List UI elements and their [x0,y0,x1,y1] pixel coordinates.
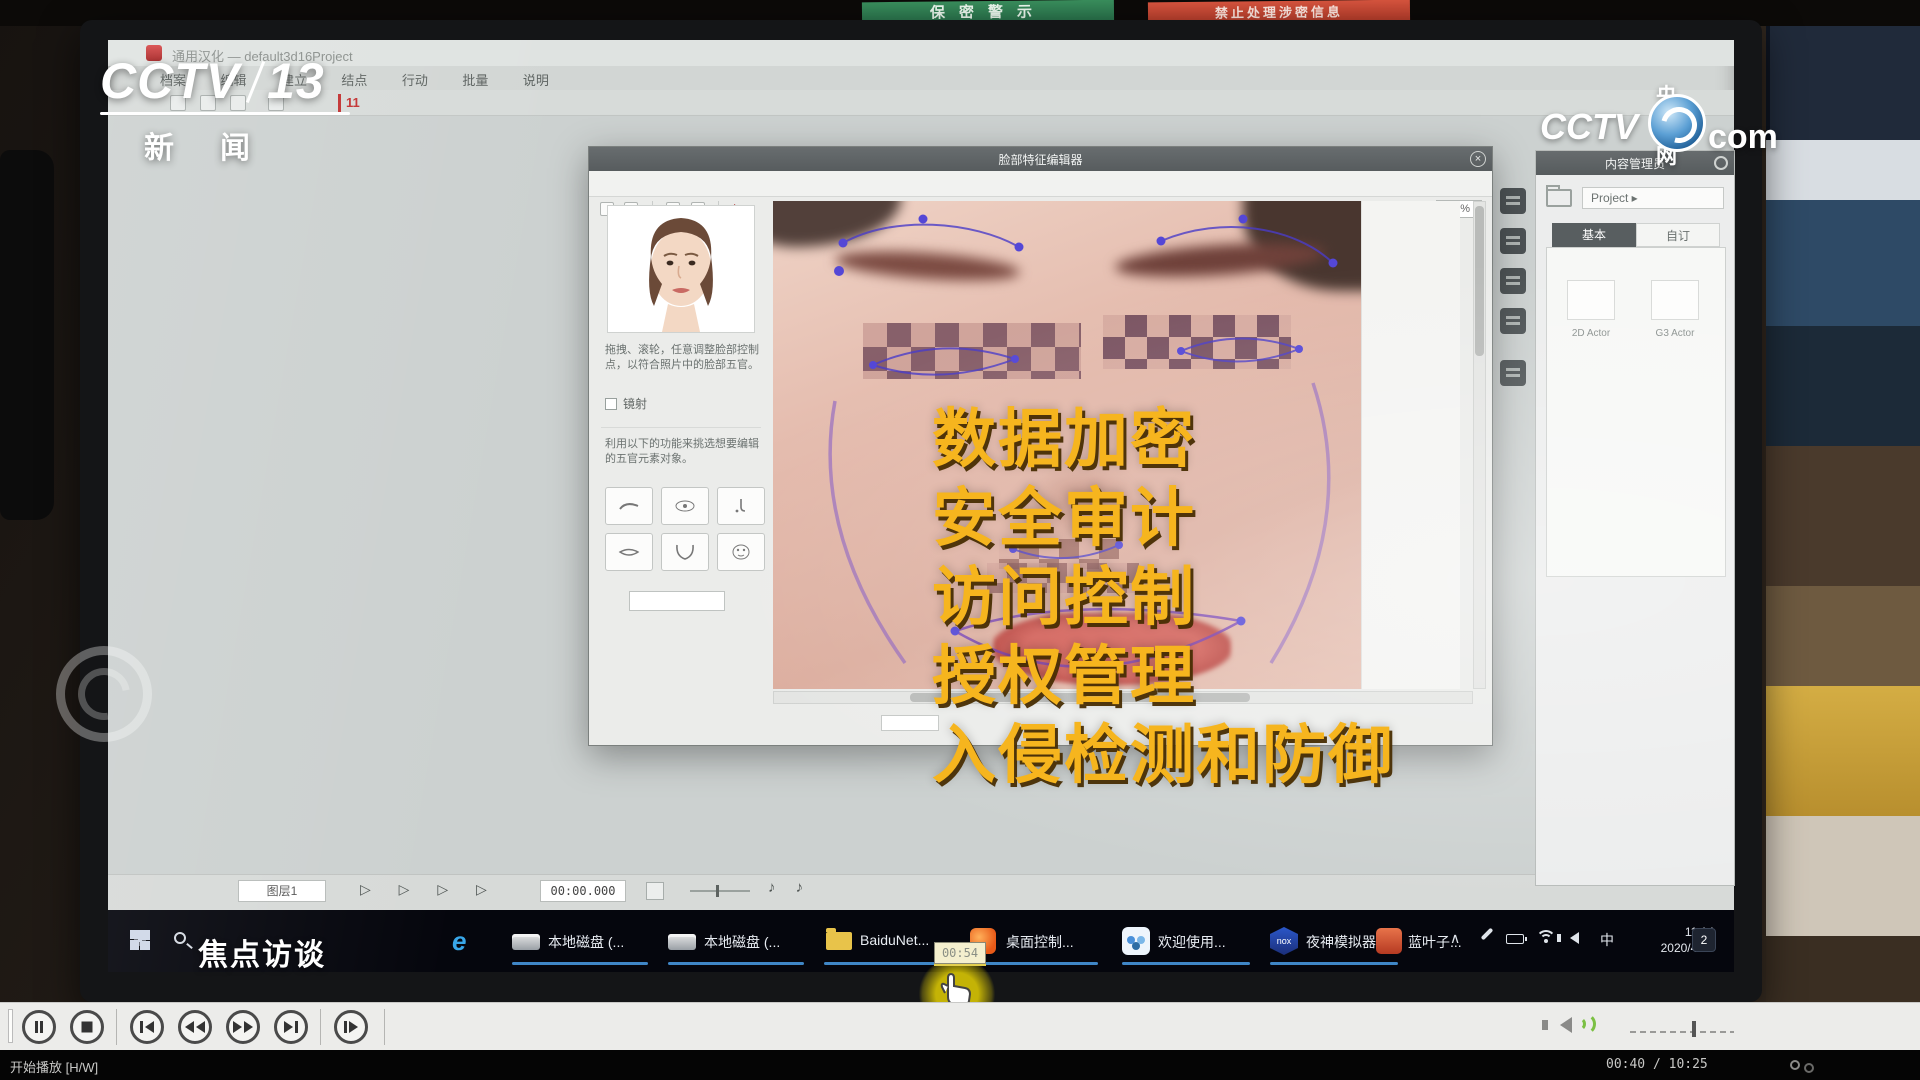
vertical-scrollbar[interactable] [1473,201,1486,689]
sidebar-instruction-1: 拖拽、滚轮，任意调整脸部控制点，以符合照片中的脸部五官。 [605,343,761,373]
volume-handle[interactable] [1692,1021,1696,1037]
transport-buttons[interactable]: ▷ ▷ ▷ ▷ [360,881,499,898]
mirror-checkbox-row[interactable]: 镜射 [605,395,647,412]
disk-icon [668,934,696,950]
layer-name-box[interactable]: 图层1 [238,880,326,902]
windows-taskbar: e 本地磁盘 (... 本地磁盘 (... BaiduNet... 桌面控制..… [108,910,1734,972]
actor-label: G3 Actor [1637,328,1713,339]
gear-icon[interactable] [1714,156,1728,170]
ime-indicator[interactable]: 中 [1600,930,1614,950]
menu-help[interactable]: 说明 [523,70,549,89]
side-tool-icon[interactable] [1500,360,1526,386]
app-menubar: 档案 编辑 建立 结点 行动 批量 说明 [108,66,1734,90]
disk-icon [512,934,540,950]
timeline-bar [108,874,1734,910]
bottle-silhouette [0,150,54,520]
timeline-icon[interactable] [646,882,664,900]
checkbox-icon[interactable] [605,398,617,410]
channel-logo-cctv13: CCTV13 新闻 [100,52,350,167]
repeat-icon [1790,1060,1800,1070]
feature-button-mouth[interactable] [605,533,653,571]
reference-portrait [607,205,755,333]
dialog-toolbar: 50% [589,171,1492,197]
lens-icon [1648,94,1706,152]
feature-button-contour[interactable] [661,533,709,571]
sidebar-input[interactable] [629,591,725,611]
tab-basic[interactable]: 基本 [1552,223,1636,247]
tray-chevron-icon[interactable]: ∧ [1450,930,1460,947]
timeline-zoom-slider[interactable] [690,890,750,892]
bookshelf [1766,26,1920,1080]
dialog-titlebar[interactable]: 脸部特征编辑器 × [589,147,1492,171]
previous-button[interactable] [130,1010,164,1044]
sidebar-instruction-2: 利用以下的功能来挑选想要编辑的五官元素对象。 [605,437,761,467]
overlay-line: 入侵检测和防御 [932,716,1394,795]
yellow-package [1766,686,1920,816]
volume-slider[interactable] [1630,1031,1734,1033]
side-tool-icon[interactable] [1500,188,1526,214]
taskbar-preview-tooltip: 00:54 [934,942,986,964]
side-tool-icon[interactable] [1500,308,1526,334]
close-icon[interactable]: × [1470,151,1486,167]
red-app-icon [1376,928,1402,954]
next-button[interactable] [274,1010,308,1044]
actor-thumbnail[interactable] [1651,280,1699,320]
content-manager-header[interactable]: 内容管理员 [1536,151,1734,175]
content-manager-panel: 内容管理员 Project ▸ 基本 自订 2D Actor G3 Actor [1535,150,1735,886]
actor-thumbnail[interactable] [1567,280,1615,320]
player-status-bar: 开始播放 [H/W] 00:40 / 10:25 [0,1050,1920,1080]
breadcrumb[interactable]: Project ▸ [1582,187,1724,209]
tv-frame: 保密警示 禁止处理涉密信息 通用汉化 — default3d16Project … [0,0,1920,1080]
playback-position: 00:40 / 10:25 [1606,1057,1708,1072]
folder-icon[interactable] [1546,189,1572,207]
search-icon[interactable] [174,932,186,944]
pen-icon[interactable] [1481,928,1494,941]
content-manager-title: 内容管理员 [1536,155,1734,172]
feature-button-full-face[interactable] [717,533,765,571]
stop-button[interactable] [70,1010,104,1044]
player-speaker-icon[interactable] [1560,1017,1572,1033]
playback-status: 开始播放 [H/W] [10,1057,98,1076]
nox-icon: nox [1270,927,1298,955]
fast-forward-button[interactable] [226,1010,260,1044]
edge-icon: e [452,926,466,957]
menu-action[interactable]: 行动 [402,70,428,89]
side-tool-icon[interactable] [1500,228,1526,254]
step-play-button[interactable] [334,1010,368,1044]
windows-start-icon[interactable] [130,930,150,950]
feature-button-eyebrow[interactable] [605,487,653,525]
scrollbar-thumb[interactable] [1475,206,1484,356]
timecode-field[interactable]: 00:00.000 [540,880,626,902]
media-player-controls [0,1002,1920,1050]
notification-badge[interactable]: 2 [1692,928,1716,952]
rewind-button[interactable] [178,1010,212,1044]
divider [601,427,761,428]
dialog-title: 脸部特征编辑器 [589,151,1492,168]
overlay-line: 数据加密 [932,400,1394,479]
player-grip[interactable] [8,1009,13,1043]
cctv-watermark [56,646,196,746]
channel-subtitle: 新闻 [144,123,350,167]
speaker-icon[interactable] [1570,932,1579,944]
actor-label: 2D Actor [1553,328,1629,339]
side-tool-icon[interactable] [1500,268,1526,294]
audio-note-icons: ♪ ♪ [768,879,811,896]
content-manager-list: 2D Actor G3 Actor [1546,247,1726,577]
overlay-line: 安全审计 [932,479,1394,558]
cloud-app-icon [1122,927,1150,955]
battery-icon[interactable] [1506,934,1524,944]
feature-button-eye[interactable] [661,487,709,525]
folder-icon [826,932,852,950]
feature-button-nose[interactable] [717,487,765,525]
overlay-line: 访问控制 [932,558,1394,637]
pause-button[interactable] [22,1010,56,1044]
program-badge: 焦点访谈 [198,930,326,974]
menu-batch[interactable]: 批量 [462,70,488,89]
tab-custom[interactable]: 自订 [1636,223,1720,247]
mirror-label: 镜射 [623,397,647,411]
dialog-footer-field[interactable] [881,715,939,731]
overlay-line: 授权管理 [932,637,1394,716]
security-features-overlay: 数据加密 安全审计 访问控制 授权管理 入侵检测和防御 [932,400,1394,795]
wifi-icon[interactable] [1536,930,1556,946]
